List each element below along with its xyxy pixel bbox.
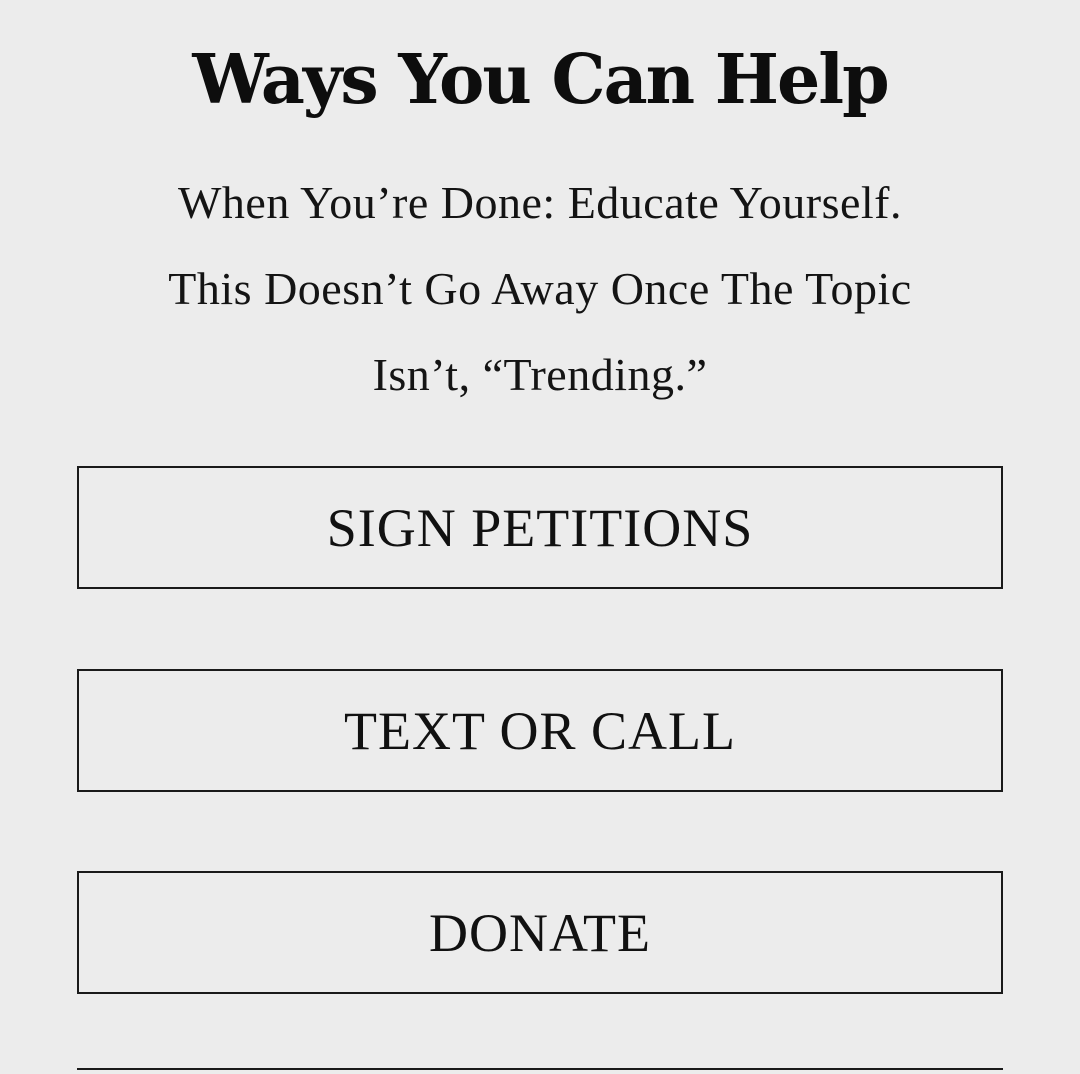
next-button-top-edge[interactable] xyxy=(77,1068,1003,1070)
donate-button[interactable]: DONATE xyxy=(77,871,1003,994)
subtitle-line-3: Isn’t, “Trending.” xyxy=(372,349,708,400)
subtitle-line-2: This Doesn’t Go Away Once The Topic xyxy=(168,263,912,314)
subtitle-line-1: When You’re Done: Educate Yourself. xyxy=(178,177,902,228)
subtitle: When You’re Done: Educate Yourself. This… xyxy=(40,160,1040,418)
text-or-call-button[interactable]: TEXT OR CALL xyxy=(77,669,1003,792)
sign-petitions-button[interactable]: SIGN PETITIONS xyxy=(77,466,1003,589)
page-title: Ways You Can Help xyxy=(192,40,889,120)
